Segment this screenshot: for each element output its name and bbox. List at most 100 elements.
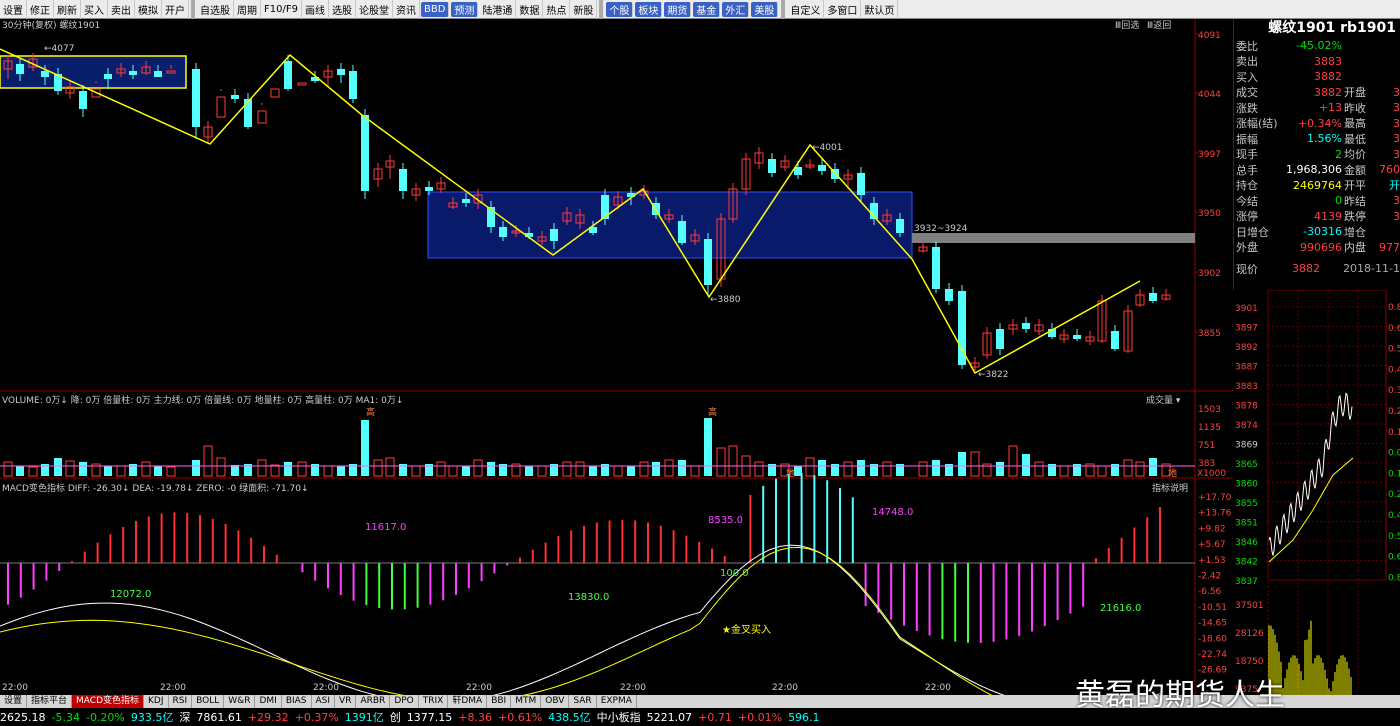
vol-bar — [1149, 458, 1157, 476]
quote-key2: 昨收 — [1344, 101, 1366, 115]
quote-key: 买入 — [1236, 70, 1258, 84]
mini-price: 3897 — [1235, 324, 1258, 334]
toolbar-14[interactable]: BBD — [420, 1, 450, 17]
macd-tick: -18.60 — [1198, 634, 1227, 644]
quote-row: 持仓 2469764 开平 开 — [1234, 178, 1400, 194]
quote-row: 外盘 990696 内盘 977 — [1234, 240, 1400, 256]
toolbar-6[interactable]: 开户 — [162, 0, 189, 19]
quote-value: 4139 — [1314, 209, 1342, 223]
toolbar-13[interactable]: 资讯 — [393, 0, 420, 19]
toolbar-1[interactable]: 修正 — [27, 0, 54, 19]
price-tick: 3902 — [1198, 269, 1221, 279]
vol-bar — [678, 460, 686, 476]
candle-down — [704, 239, 712, 285]
vol-bar — [487, 462, 495, 476]
tab-18[interactable]: SAR — [569, 695, 597, 708]
candle-down — [945, 289, 953, 301]
tab-5[interactable]: BOLL — [192, 695, 225, 708]
toolbar-21[interactable]: 板块 — [635, 1, 663, 17]
toolbar-25[interactable]: 美股 — [751, 1, 779, 17]
mini-vol-tick: 18750 — [1235, 657, 1264, 667]
mini-price: 3878 — [1235, 402, 1258, 412]
tab-11[interactable]: ARBR — [356, 695, 391, 708]
tab-14[interactable]: 轩DMA — [448, 695, 488, 708]
quote-key2: 内盘 — [1344, 241, 1366, 255]
tab-12[interactable]: DPO — [390, 695, 419, 708]
vol-bar — [54, 458, 62, 476]
candle-down — [1149, 293, 1157, 301]
tab-10[interactable]: VR — [335, 695, 357, 708]
toolbar-5[interactable]: 模拟 — [135, 0, 162, 19]
now-label: 现价 — [1236, 262, 1258, 276]
toolbar-20[interactable]: 个股 — [606, 1, 634, 17]
candle-down — [996, 329, 1004, 349]
toolbar-11[interactable]: 选股 — [329, 0, 356, 19]
tab-1[interactable]: 指标平台 — [27, 695, 73, 708]
status-item: -0.20% — [85, 710, 125, 724]
status-item: 1391亿 — [344, 711, 384, 724]
candle-down — [337, 69, 345, 75]
toolbar-22[interactable]: 期货 — [664, 1, 692, 17]
price-tick: 4091 — [1198, 31, 1221, 41]
toolbar-9[interactable]: F10/F9 — [261, 0, 302, 19]
toolbar-3[interactable]: 买入 — [81, 0, 108, 19]
toolbar-26[interactable]: 自定义 — [787, 0, 825, 19]
toolbar-18[interactable]: 热点 — [543, 0, 571, 19]
quote-key2: 开平 — [1344, 179, 1366, 193]
macd-tick: +5.67 — [1198, 540, 1226, 550]
candle-down — [361, 115, 369, 191]
tab-13[interactable]: TRIX — [419, 695, 449, 708]
toolbar-8[interactable]: 周期 — [234, 0, 261, 19]
quote-key: 涨停 — [1236, 210, 1258, 224]
tab-0[interactable]: 设置 — [0, 695, 28, 708]
tab-2[interactable]: MACD变色指标 — [72, 695, 145, 708]
tab-17[interactable]: OBV — [541, 695, 570, 708]
tab-4[interactable]: RSI — [169, 695, 193, 708]
tab-7[interactable]: DMI — [255, 695, 282, 708]
tab-6[interactable]: W&R — [224, 695, 256, 708]
toolbar-16[interactable]: 陆港通 — [479, 0, 517, 19]
tab-9[interactable]: ASI — [312, 695, 336, 708]
candle-down — [818, 165, 826, 171]
status-item: +0.71 — [698, 710, 732, 724]
quote-row: 卖出 3883 — [1234, 54, 1400, 70]
candle-down — [896, 219, 904, 233]
quote-value2: 3 — [1393, 147, 1400, 161]
kline-chart[interactable]: 30分钟(复权) 螺纹1901 Ⅲ回选 Ⅲ返回 4091 4044 3997 3950 390… — [0, 19, 1233, 695]
toolbar-28[interactable]: 默认页 — [861, 0, 899, 19]
tab-15[interactable]: BBI — [487, 695, 512, 708]
mini-price: 3892 — [1235, 343, 1258, 353]
status-item: 创 — [389, 711, 401, 724]
toolbar-2[interactable]: 刷新 — [54, 0, 81, 19]
intraday-chart[interactable]: 3901 3897 3892 3887 3883 3878 3874 3869 3865 3860… — [1233, 290, 1400, 695]
quote-row: 涨跌 +13 昨收 3 — [1234, 100, 1400, 116]
toolbar-7[interactable]: 自选股 — [197, 0, 234, 19]
toolbar-23[interactable]: 基金 — [693, 1, 721, 17]
toolbar-4[interactable]: 卖出 — [108, 0, 135, 19]
toolbar-24[interactable]: 外汇 — [722, 1, 750, 17]
toolbar-19[interactable]: 新股 — [570, 0, 598, 19]
candle-down — [284, 61, 292, 89]
vol-bar — [231, 465, 239, 476]
toolbar-0[interactable]: 设置 — [0, 0, 27, 19]
tab-8[interactable]: BIAS — [282, 695, 312, 708]
candle-down — [1073, 335, 1081, 339]
quote-key: 涨幅(结) — [1236, 117, 1278, 131]
tab-19[interactable]: EXPMA — [597, 695, 637, 708]
mini-pct: 0.5 — [1388, 532, 1400, 542]
toolbar-12[interactable]: 论股堂 — [356, 0, 393, 19]
tab-16[interactable]: MTM — [511, 695, 542, 708]
toolbar-15[interactable]: 预测 — [451, 1, 479, 17]
toolbar-27[interactable]: 多窗口 — [824, 0, 862, 19]
macd-tick: +13.76 — [1198, 509, 1232, 519]
toolbar-17[interactable]: 数据 — [516, 0, 544, 19]
tab-3[interactable]: KDJ — [144, 695, 169, 708]
candle-down — [1111, 331, 1119, 349]
toolbar: 设置 修正 刷新 买入 卖出 模拟 开户 自选股 周期 F10/F9 画线 选股 论股堂 资讯 BBD 预测陆… — [0, 0, 1400, 19]
vol-tag: 地 — [786, 467, 795, 479]
vol-bar — [79, 462, 87, 476]
mini-pct: 0.2 — [1388, 407, 1400, 417]
macd-tick: +17.70 — [1198, 493, 1232, 503]
price-tick: 3855 — [1198, 329, 1221, 339]
toolbar-10[interactable]: 画线 — [302, 0, 329, 19]
